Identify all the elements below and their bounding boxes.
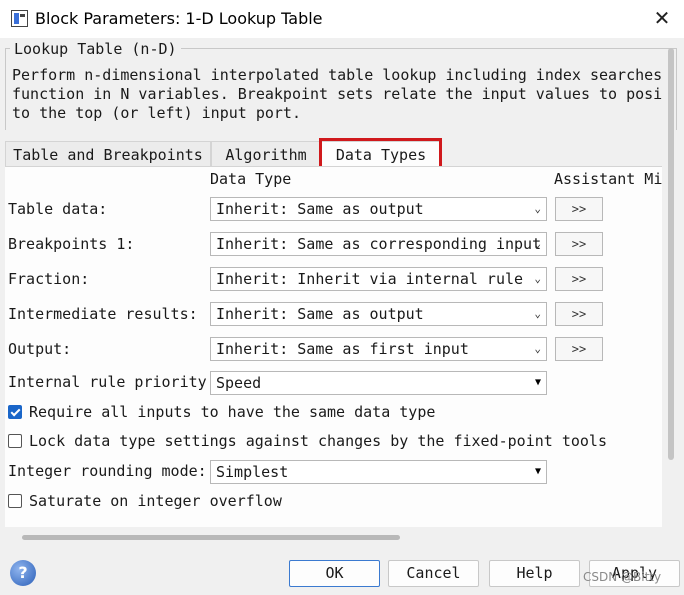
dropdown-value: Speed: [216, 374, 262, 392]
table-data-type-dropdown[interactable]: Inherit: Same as output ⌄: [210, 197, 547, 221]
vertical-scrollbar[interactable]: [668, 48, 674, 460]
dropdown-value: Inherit: Same as output: [216, 200, 424, 218]
fraction-data-type-dropdown[interactable]: Inherit: Inherit via internal rule ⌄: [210, 267, 547, 291]
tab-table-and-breakpoints[interactable]: Table and Breakpoints: [5, 141, 211, 167]
chevron-down-icon: ⌄: [534, 202, 541, 215]
simulink-block-icon: [11, 10, 28, 27]
description-line: function in N variables. Breakpoint sets…: [12, 85, 662, 103]
dropdown-value: Inherit: Same as output: [216, 305, 424, 323]
rule-priority-dropdown[interactable]: Speed ▼: [210, 371, 547, 395]
highlight-box: [319, 138, 442, 169]
rounding-mode-dropdown[interactable]: Simplest ▼: [210, 460, 547, 484]
watermark-text: CSDN @Bitty: [583, 570, 662, 584]
dropdown-value: Inherit: Same as first input: [216, 340, 469, 358]
description-line: to the top (or left) input port.: [12, 104, 301, 122]
row-label-output: Output:: [8, 340, 72, 358]
group-title: Lookup Table (n-D): [10, 40, 181, 58]
fraction-assistant-button[interactable]: >>: [555, 267, 603, 291]
ok-button[interactable]: OK: [289, 560, 380, 587]
chevron-down-icon: ⌄: [534, 307, 541, 320]
intermediate-results-assistant-button[interactable]: >>: [555, 302, 603, 326]
output-data-type-dropdown[interactable]: Inherit: Same as first input ⌄: [210, 337, 547, 361]
intermediate-results-data-type-dropdown[interactable]: Inherit: Same as output ⌄: [210, 302, 547, 326]
row-label-fraction: Fraction:: [8, 270, 90, 288]
saturate-overflow-label: Saturate on integer overflow: [29, 492, 282, 510]
row-label-table-data: Table data:: [8, 200, 108, 218]
caret-down-icon: ▼: [534, 466, 541, 477]
same-data-type-checkbox[interactable]: [8, 405, 22, 419]
dropdown-value: Inherit: Inherit via internal rule: [216, 270, 524, 288]
chevron-down-icon: ⌄: [534, 272, 541, 285]
breakpoints-assistant-button[interactable]: >>: [555, 232, 603, 256]
block-description: Perform n-dimensional interpolated table…: [12, 66, 662, 123]
chevron-down-icon: ⌄: [534, 342, 541, 355]
breakpoints-data-type-dropdown[interactable]: Inherit: Same as corresponding input ⌄: [210, 232, 547, 256]
tab-algorithm[interactable]: Algorithm: [211, 141, 321, 167]
output-assistant-button[interactable]: >>: [555, 337, 603, 361]
row-label-breakpoints: Breakpoints 1:: [8, 235, 135, 253]
rule-priority-label: Internal rule priority:: [8, 373, 216, 391]
window-title: Block Parameters: 1-D Lookup Table: [35, 9, 323, 28]
help-button[interactable]: Help: [489, 560, 580, 587]
description-line: Perform n-dimensional interpolated table…: [12, 66, 662, 84]
horizontal-scrollbar[interactable]: [22, 535, 400, 540]
rounding-mode-label: Integer rounding mode:: [8, 462, 207, 480]
dropdown-value: Simplest: [216, 463, 289, 481]
help-icon[interactable]: ?: [10, 560, 36, 586]
close-icon[interactable]: ✕: [650, 4, 674, 32]
chevron-down-icon: ⌄: [534, 237, 541, 250]
lock-data-type-label: Lock data type settings against changes …: [29, 432, 607, 450]
cancel-button[interactable]: Cancel: [388, 560, 479, 587]
column-header-data-type: Data Type: [210, 170, 292, 188]
saturate-overflow-checkbox[interactable]: [8, 494, 22, 508]
column-header-assistant: Assistant Min: [554, 170, 662, 188]
lock-data-type-checkbox[interactable]: [8, 434, 22, 448]
row-label-intermediate-results: Intermediate results:: [8, 305, 198, 323]
table-data-assistant-button[interactable]: >>: [555, 197, 603, 221]
same-data-type-label: Require all inputs to have the same data…: [29, 403, 436, 421]
dropdown-value: Inherit: Same as corresponding input: [216, 235, 542, 253]
caret-down-icon: ▼: [534, 377, 541, 388]
